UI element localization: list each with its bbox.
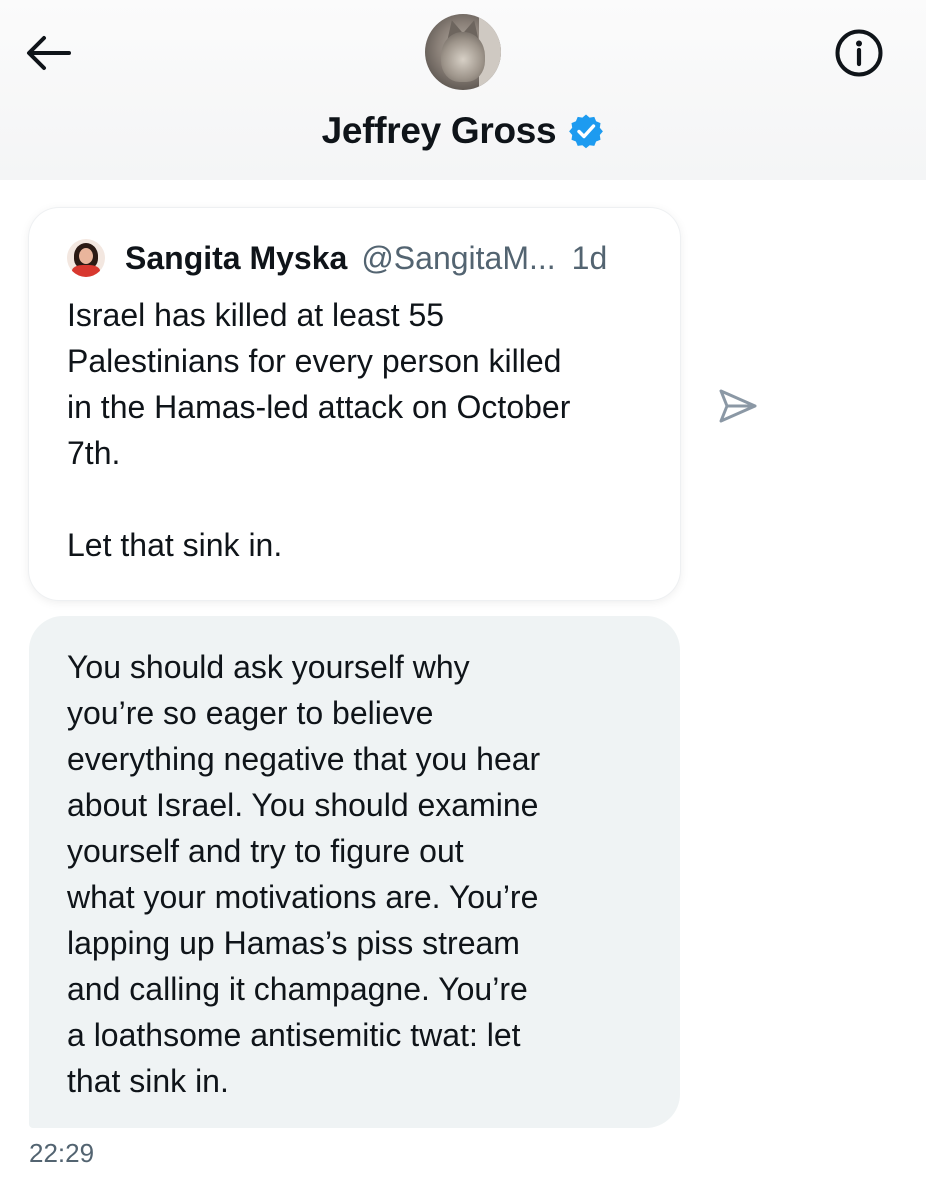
tweet-author-avatar	[67, 239, 105, 277]
contact-avatar[interactable]	[425, 14, 501, 90]
avatar-face	[79, 248, 93, 264]
avatar-cat-face	[441, 32, 485, 82]
verified-badge-icon	[569, 114, 604, 149]
contact-name-row[interactable]: Jeffrey Gross	[0, 106, 926, 156]
received-message-bubble[interactable]: You should ask yourself why you’re so ea…	[29, 616, 680, 1128]
shared-tweet-text: Israel has killed at least 55 Palestinia…	[67, 297, 571, 563]
shared-tweet-header: Sangita Myska @SangitaM... 1d	[67, 236, 667, 280]
back-button[interactable]	[22, 30, 74, 76]
conversation-header: Jeffrey Gross	[0, 0, 926, 180]
shared-tweet-card[interactable]: Sangita Myska @SangitaM... 1d Israel has…	[29, 208, 680, 600]
avatar-shirt	[72, 265, 100, 277]
share-tweet-button[interactable]	[716, 384, 760, 428]
arrow-left-icon	[27, 36, 71, 70]
info-button[interactable]	[832, 26, 886, 80]
tweet-author-name: Sangita Myska	[125, 239, 348, 276]
message-timestamp: 22:29	[29, 1138, 95, 1168]
send-icon	[719, 389, 757, 423]
tweet-author-handle: @SangitaM...	[361, 239, 556, 276]
dm-conversation-screen: Jeffrey Gross Sangita Myska @SangitaM...	[0, 0, 926, 1200]
tweet-timestamp: 1d	[571, 239, 608, 276]
info-circle-icon	[835, 29, 883, 77]
message-text: You should ask yourself why you’re so ea…	[67, 649, 541, 1099]
contact-name: Jeffrey Gross	[321, 110, 557, 151]
